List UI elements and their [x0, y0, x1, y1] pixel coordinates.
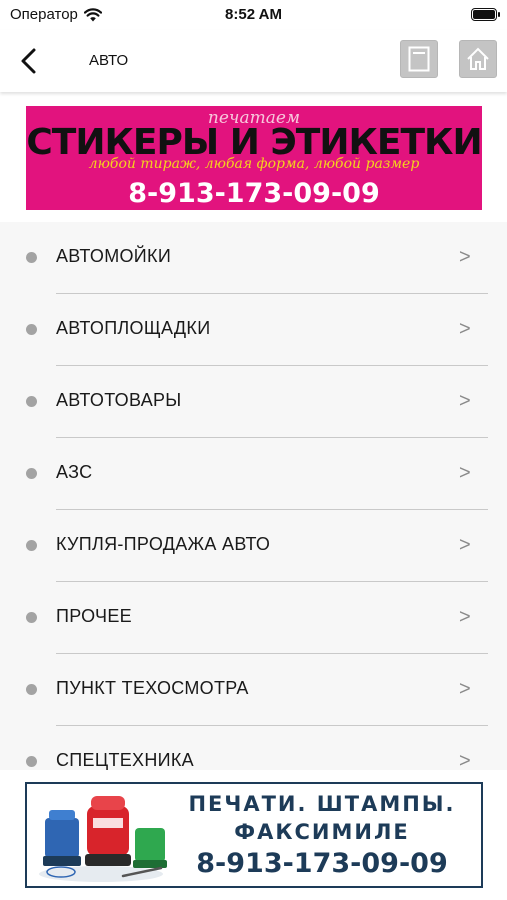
bullet-icon: [26, 540, 37, 551]
stamps-illustration: [39, 796, 167, 882]
list-item-label: ПУНКТ ТЕХОСМОТРА: [56, 678, 249, 698]
chevron-right-icon: >: [459, 606, 471, 628]
status-time: 8:52 AM: [225, 6, 282, 23]
chevron-right-icon: >: [459, 462, 471, 484]
list-item[interactable]: ПУНКТ ТЕХОСМОТРА >: [0, 654, 507, 726]
list-item[interactable]: ПРОЧЕЕ >: [0, 582, 507, 654]
list-item[interactable]: АЗС >: [0, 438, 507, 510]
list-item[interactable]: СПЕЦТЕХНИКА >: [0, 726, 507, 770]
bullet-icon: [26, 612, 37, 623]
status-bar: Оператор 8:52 AM: [0, 0, 507, 30]
list-item-label: КУПЛЯ-ПРОДАЖА АВТО: [56, 534, 271, 554]
chevron-right-icon: >: [459, 246, 471, 268]
page-button[interactable]: [400, 40, 438, 78]
list-item-label: СПЕЦТЕХНИКА: [56, 750, 194, 770]
stamps-ad-banner[interactable]: ПЕЧАТИ. ШТАМПЫ. ФАКСИМИЛЕ 8-913-173-09-0…: [25, 782, 483, 888]
chevron-right-icon: >: [459, 318, 471, 340]
banner-bottom-phone: 8-913-173-09-09: [196, 848, 448, 879]
list-item-label: АВТОПЛОЩАДКИ: [56, 318, 211, 338]
bullet-icon: [26, 756, 37, 767]
bullet-icon: [26, 396, 37, 407]
home-button[interactable]: [459, 40, 497, 78]
list-item[interactable]: КУПЛЯ-ПРОДАЖА АВТО >: [0, 510, 507, 582]
battery-icon: [471, 8, 500, 21]
chevron-right-icon: >: [459, 750, 471, 770]
chevron-right-icon: >: [459, 390, 471, 412]
list-item[interactable]: АВТОМОЙКИ >: [0, 222, 507, 294]
chevron-right-icon: >: [459, 678, 471, 700]
home-icon: [467, 47, 489, 70]
banner-bottom-line1: ПЕЧАТИ. ШТАМПЫ.: [188, 792, 456, 816]
stickers-ad-banner[interactable]: печатаем СТИКЕРЫ И ЭТИКЕТКИ любой тираж,…: [26, 106, 482, 210]
list-item-label: АВТОМОЙКИ: [56, 246, 172, 266]
nav-bar: АВТО: [0, 30, 507, 92]
category-list: АВТОМОЙКИ > АВТОПЛОЩАДКИ > АВТОТОВАРЫ > …: [0, 222, 507, 770]
page-title: АВТО: [89, 52, 129, 69]
list-item[interactable]: АВТОТОВАРЫ >: [0, 366, 507, 438]
banner-top-script: любой тираж, любая форма, любой размер: [88, 156, 420, 172]
bullet-icon: [26, 684, 37, 695]
list-item[interactable]: АВТОПЛОЩАДКИ >: [0, 294, 507, 366]
banner-top-phone: 8-913-173-09-09: [128, 178, 380, 209]
chevron-left-icon: [21, 48, 36, 74]
bullet-icon: [26, 324, 37, 335]
list-item-label: АЗС: [56, 462, 93, 482]
list-item-label: ПРОЧЕЕ: [56, 606, 132, 626]
list-item-label: АВТОТОВАРЫ: [56, 390, 182, 410]
banner-bottom-line2: ФАКСИМИЛЕ: [234, 820, 410, 844]
bullet-icon: [26, 252, 37, 263]
chevron-right-icon: >: [459, 534, 471, 556]
bullet-icon: [26, 468, 37, 479]
document-icon: [408, 46, 430, 72]
back-button[interactable]: [16, 46, 44, 76]
